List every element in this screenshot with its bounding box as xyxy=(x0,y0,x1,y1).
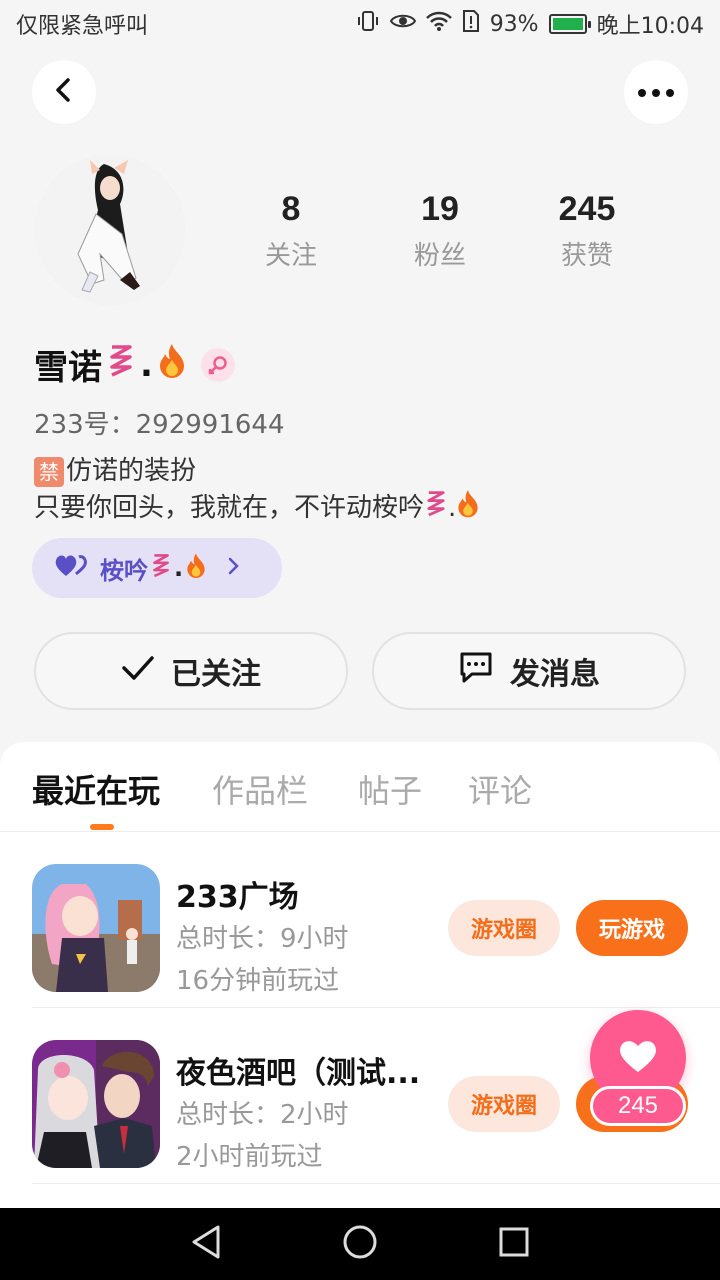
stat-fans-count: 19 xyxy=(421,190,459,228)
clock: 晚上10:04 xyxy=(596,14,704,39)
chat-bubble-icon xyxy=(458,650,494,692)
fire-icon xyxy=(185,552,207,584)
back-button[interactable] xyxy=(32,60,96,124)
user-id-value: 292991644 xyxy=(135,410,285,440)
double-heart-icon xyxy=(54,552,88,584)
chevron-right-icon xyxy=(227,554,241,582)
send-message-label: 发消息 xyxy=(510,657,600,692)
heart-icon xyxy=(618,1038,658,1078)
bio: 禁仿诺的装扮 只要你回头，我就在，不许动桉吟 . xyxy=(34,454,480,527)
avatar[interactable] xyxy=(34,154,186,306)
system-nav-bar xyxy=(0,1208,720,1280)
stat-fans[interactable]: 19 粉丝 xyxy=(380,190,500,272)
couple-chip-suffix: . xyxy=(174,554,184,582)
bio-line-2: 只要你回头，我就在，不许动桉吟 . xyxy=(34,488,480,527)
vibrate-icon xyxy=(356,9,380,39)
followed-button[interactable]: 已关注 xyxy=(34,632,348,710)
play-game-button[interactable]: 玩游戏 xyxy=(576,900,688,956)
username-text: 雪诺 xyxy=(34,348,102,388)
nav-back-icon[interactable] xyxy=(190,1224,222,1264)
bio-line-2-suffix: . xyxy=(448,492,457,523)
game-duration: 总时长：2小时 xyxy=(176,1100,349,1130)
battery-icon xyxy=(548,14,591,34)
game-last-played: 2小时前玩过 xyxy=(176,1142,323,1172)
check-icon xyxy=(121,654,155,689)
stat-following-count: 8 xyxy=(281,190,301,228)
stat-fans-label: 粉丝 xyxy=(413,241,466,271)
game-name: 夜色酒吧（测试... xyxy=(176,1056,421,1091)
bio-line-1-text: 仿诺的装扮 xyxy=(66,456,197,486)
user-id-label: 233号： xyxy=(34,410,136,440)
game-duration: 总时长：9小时 xyxy=(176,924,349,954)
tab-works[interactable]: 作品栏 xyxy=(212,766,308,812)
game-last-played: 16分钟前玩过 xyxy=(176,966,340,996)
fire-icon xyxy=(456,488,480,527)
more-dots-icon xyxy=(636,83,676,102)
chevron-left-icon xyxy=(50,76,78,108)
battery-percent: 93% xyxy=(489,11,539,37)
fire-icon xyxy=(157,342,187,387)
tab-recently-played[interactable]: 最近在玩 xyxy=(32,766,160,812)
game-row[interactable]: 233广场 总时长：9小时 16分钟前玩过 游戏圈 玩游戏 xyxy=(0,832,720,1008)
game-circle-button[interactable]: 游戏圈 xyxy=(448,1076,560,1132)
game-icon-night-bar[interactable] xyxy=(32,1040,160,1168)
sim-alert-icon xyxy=(462,9,480,39)
ban-tag: 禁 xyxy=(34,456,64,487)
tab-bar: 最近在玩 作品栏 帖子 评论 xyxy=(0,742,720,832)
stat-likes-count: 245 xyxy=(558,190,616,228)
content-panel: 最近在玩 作品栏 帖子 评论 233广场 总时长：9小时 16分钟前玩过 游戏圈… xyxy=(0,742,720,1208)
followed-button-label: 已关注 xyxy=(171,657,261,692)
nav-home-icon[interactable] xyxy=(342,1224,378,1264)
send-message-button[interactable]: 发消息 xyxy=(372,632,686,710)
nav-recents-icon[interactable] xyxy=(498,1226,530,1262)
bio-line-2-text: 只要你回头，我就在，不许动桉吟 xyxy=(34,492,425,523)
carrier-text: 仅限紧急呼叫 xyxy=(16,14,149,39)
stat-likes[interactable]: 245 获赞 xyxy=(527,190,647,272)
couple-chip-label: 桉吟 xyxy=(100,556,148,585)
eye-icon xyxy=(389,9,416,39)
username: 雪诺 . xyxy=(34,340,235,389)
game-name: 233广场 xyxy=(176,880,299,915)
bio-line-1: 禁仿诺的装扮 xyxy=(34,454,480,488)
tab-comments[interactable]: 评论 xyxy=(468,766,532,812)
game-circle-button[interactable]: 游戏圈 xyxy=(448,900,560,956)
stat-likes-label: 获赞 xyxy=(560,241,613,271)
game-icon-233-plaza[interactable] xyxy=(32,864,160,992)
stat-following-label: 关注 xyxy=(264,241,317,271)
more-button[interactable] xyxy=(624,60,688,124)
tab-posts[interactable]: 帖子 xyxy=(358,766,422,812)
username-suffix: . xyxy=(140,344,153,385)
stat-following[interactable]: 8 关注 xyxy=(231,190,351,272)
like-count: 245 xyxy=(590,1086,686,1126)
female-gender-icon xyxy=(200,347,235,382)
couple-chip[interactable]: 桉吟 . xyxy=(32,538,282,598)
zigzag-icon xyxy=(424,489,448,526)
zigzag-icon xyxy=(106,343,136,386)
zigzag-icon xyxy=(150,552,172,584)
tab-indicator xyxy=(90,824,114,830)
wifi-icon xyxy=(425,10,452,38)
user-id[interactable]: 233号：292991644 xyxy=(34,404,285,441)
status-bar: 仅限紧急呼叫 93% 晚上10:04 xyxy=(0,0,720,48)
